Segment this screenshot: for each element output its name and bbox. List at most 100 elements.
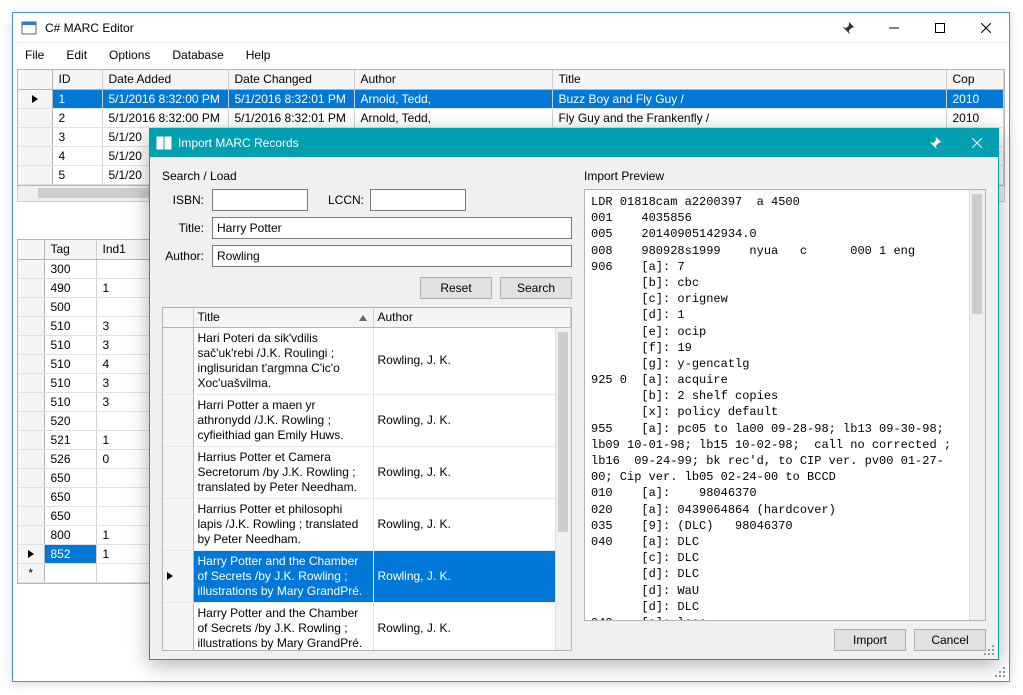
tags-row-header-corner[interactable]: [18, 240, 44, 259]
col-author[interactable]: Author: [354, 70, 552, 89]
table-row[interactable]: 25/1/2016 8:32:00 PM5/1/2016 8:32:01 PMA…: [18, 108, 1004, 127]
cell-author[interactable]: Rowling, J. K.: [373, 394, 571, 446]
cell-title[interactable]: Harrius Potter et philosophi lapis /J.K.…: [193, 498, 373, 550]
table-row[interactable]: 5211: [18, 430, 164, 449]
table-row[interactable]: 5103: [18, 392, 164, 411]
dialog-pin-button[interactable]: [914, 129, 956, 157]
row-header[interactable]: [18, 544, 44, 563]
table-row[interactable]: Harri Potter a maen yr athronydd /J.K. R…: [163, 394, 571, 446]
lccn-input[interactable]: [370, 189, 466, 211]
cell-id[interactable]: 1: [52, 89, 102, 108]
cell-tag[interactable]: 852: [44, 544, 96, 563]
cell-tag[interactable]: 500: [44, 297, 96, 316]
cell-id[interactable]: 5: [52, 165, 102, 184]
cell-title[interactable]: Harri Potter a maen yr athronydd /J.K. R…: [193, 394, 373, 446]
results-col-author[interactable]: Author: [373, 308, 571, 327]
resize-grip[interactable]: [995, 667, 1007, 679]
cell-tag[interactable]: 800: [44, 525, 96, 544]
row-header[interactable]: [163, 394, 193, 446]
table-row[interactable]: *: [18, 563, 164, 582]
row-header[interactable]: [18, 487, 44, 506]
col-id[interactable]: ID: [52, 70, 102, 89]
cell-added[interactable]: 5/1/2016 8:32:00 PM: [102, 89, 228, 108]
table-row[interactable]: 4901: [18, 278, 164, 297]
cell-tag[interactable]: 650: [44, 468, 96, 487]
preview-textarea[interactable]: LDR 01818cam a2200397 a 4500 001 4035856…: [584, 189, 986, 621]
menu-help[interactable]: Help: [236, 45, 281, 65]
cell-author[interactable]: Arnold, Tedd,: [354, 89, 552, 108]
import-button[interactable]: Import: [834, 629, 906, 651]
cell-title[interactable]: Harry Potter and the Chamber of Secrets …: [193, 550, 373, 602]
cell-tag[interactable]: 510: [44, 373, 96, 392]
cell-added[interactable]: 5/1/2016 8:32:00 PM: [102, 108, 228, 127]
menu-options[interactable]: Options: [99, 45, 160, 65]
table-row[interactable]: 5103: [18, 373, 164, 392]
table-row[interactable]: 5260: [18, 449, 164, 468]
cell-author[interactable]: Rowling, J. K.: [373, 550, 571, 602]
close-button[interactable]: [963, 13, 1009, 43]
reset-button[interactable]: Reset: [420, 277, 492, 299]
table-row[interactable]: Harry Potter and the Chamber of Secrets …: [163, 602, 571, 651]
table-row[interactable]: 650: [18, 487, 164, 506]
menu-edit[interactable]: Edit: [56, 45, 97, 65]
row-header[interactable]: [163, 327, 193, 394]
search-button[interactable]: Search: [500, 277, 572, 299]
cell-tag[interactable]: 521: [44, 430, 96, 449]
menu-database[interactable]: Database: [162, 45, 233, 65]
cell-title[interactable]: Harrius Potter et Camera Secretorum /by …: [193, 446, 373, 498]
table-row[interactable]: 8001: [18, 525, 164, 544]
search-results-grid[interactable]: Title Author Hari Poteri da sik'vdilis s…: [162, 307, 572, 651]
cell-title[interactable]: Hari Poteri da sik'vdilis sač'uk'rebi /J…: [193, 327, 373, 394]
cell-id[interactable]: 2: [52, 108, 102, 127]
cell-tag[interactable]: 510: [44, 335, 96, 354]
dialog-resize-grip[interactable]: [984, 645, 996, 657]
row-header[interactable]: [163, 446, 193, 498]
row-header[interactable]: [163, 498, 193, 550]
table-row[interactable]: 5103: [18, 335, 164, 354]
cell-tag[interactable]: 300: [44, 259, 96, 278]
row-header[interactable]: [18, 411, 44, 430]
row-header[interactable]: [18, 373, 44, 392]
cell-tag[interactable]: 510: [44, 316, 96, 335]
row-header[interactable]: [18, 108, 52, 127]
cell-title[interactable]: Buzz Boy and Fly Guy /: [552, 89, 946, 108]
title-input[interactable]: [212, 217, 572, 239]
minimize-button[interactable]: [871, 13, 917, 43]
cell-cop[interactable]: 2010: [946, 89, 1004, 108]
table-row[interactable]: 300: [18, 259, 164, 278]
cell-cop[interactable]: 2010: [946, 108, 1004, 127]
row-header[interactable]: [18, 165, 52, 184]
cell-author[interactable]: Rowling, J. K.: [373, 327, 571, 394]
row-header[interactable]: [18, 259, 44, 278]
cell-id[interactable]: 3: [52, 127, 102, 146]
row-header[interactable]: [18, 316, 44, 335]
author-input[interactable]: [212, 245, 572, 267]
row-header[interactable]: [163, 550, 193, 602]
dialog-close-button[interactable]: [956, 129, 998, 157]
results-row-header-corner[interactable]: [163, 308, 193, 327]
col-tag[interactable]: Tag: [44, 240, 96, 259]
cell-changed[interactable]: 5/1/2016 8:32:01 PM: [228, 89, 354, 108]
table-row[interactable]: Harry Potter and the Chamber of Secrets …: [163, 550, 571, 602]
cell-tag[interactable]: 650: [44, 487, 96, 506]
table-row[interactable]: 8521: [18, 544, 164, 563]
menu-file[interactable]: File: [15, 45, 54, 65]
cell-changed[interactable]: 5/1/2016 8:32:01 PM: [228, 108, 354, 127]
table-row[interactable]: Harrius Potter et philosophi lapis /J.K.…: [163, 498, 571, 550]
maximize-button[interactable]: [917, 13, 963, 43]
cell-author[interactable]: Rowling, J. K.: [373, 446, 571, 498]
row-header[interactable]: [18, 354, 44, 373]
results-vscrollbar[interactable]: [555, 328, 571, 650]
tags-grid[interactable]: Tag Ind1 3004901500510351035104510351035…: [17, 239, 165, 584]
col-date-changed[interactable]: Date Changed: [228, 70, 354, 89]
cell-tag[interactable]: 526: [44, 449, 96, 468]
cell-id[interactable]: 4: [52, 146, 102, 165]
cell-tag[interactable]: 520: [44, 411, 96, 430]
row-header[interactable]: [163, 602, 193, 651]
row-header[interactable]: [18, 335, 44, 354]
row-header[interactable]: [18, 506, 44, 525]
cell-tag[interactable]: 510: [44, 354, 96, 373]
row-header[interactable]: [18, 392, 44, 411]
row-header[interactable]: [18, 89, 52, 108]
table-row[interactable]: 650: [18, 468, 164, 487]
